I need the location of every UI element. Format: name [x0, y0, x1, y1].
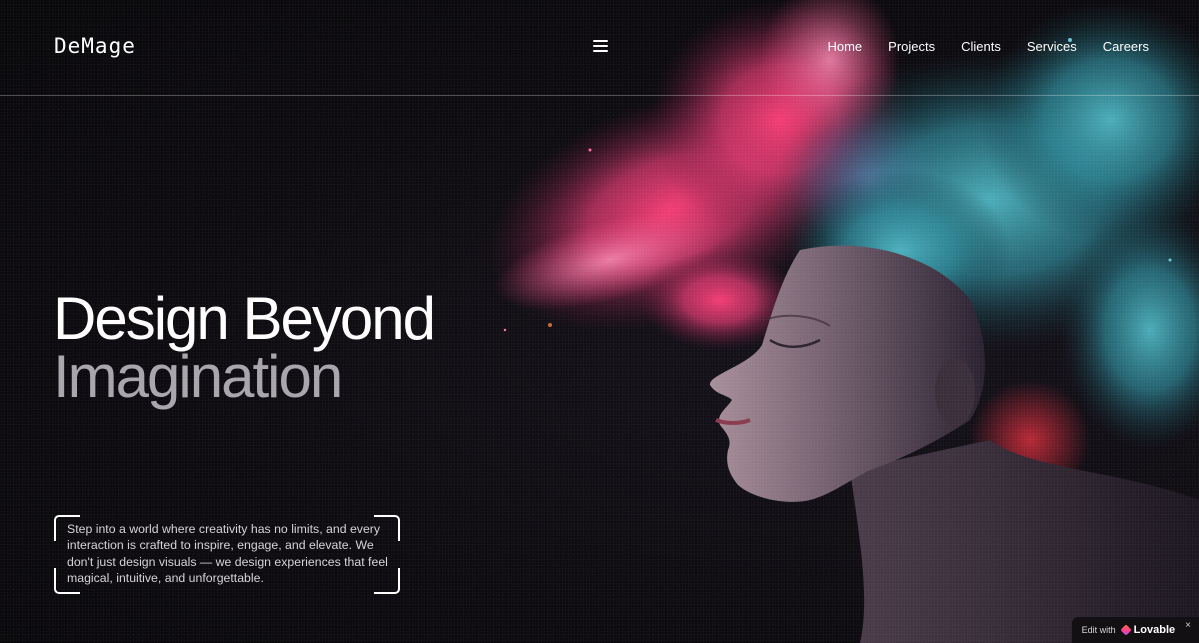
nav-item-services[interactable]: Services: [1027, 39, 1077, 54]
logo[interactable]: DeMage: [54, 34, 136, 58]
intro-text-box: Step into a world where creativity has n…: [54, 515, 400, 594]
hamburger-menu-icon[interactable]: [593, 40, 608, 53]
hero-headline: Design Beyond Imagination: [53, 285, 436, 410]
site-header: DeMage Home Projects Clients Services Ca…: [0, 0, 1199, 95]
badge-prefix: Edit with: [1081, 625, 1116, 635]
nav-item-clients[interactable]: Clients: [961, 39, 1001, 54]
header-divider: [0, 95, 1199, 96]
headline-line-2: Imagination: [53, 343, 343, 410]
main-nav: Home Projects Clients Services Careers: [827, 39, 1149, 54]
intro-text: Step into a world where creativity has n…: [67, 522, 388, 585]
headline-line-1: Design Beyond: [53, 285, 436, 352]
badge-brand: Lovable: [1133, 624, 1176, 636]
nav-item-home[interactable]: Home: [827, 39, 862, 54]
nav-item-projects[interactable]: Projects: [888, 39, 935, 54]
edit-with-lovable-badge[interactable]: Edit with Lovable ×: [1071, 617, 1199, 643]
lovable-heart-icon: [1119, 624, 1132, 636]
hero-image: [470, 0, 1199, 643]
nav-item-careers[interactable]: Careers: [1103, 39, 1149, 54]
badge-close-icon[interactable]: ×: [1185, 620, 1191, 631]
landing-page: DeMage Home Projects Clients Services Ca…: [0, 0, 1199, 643]
